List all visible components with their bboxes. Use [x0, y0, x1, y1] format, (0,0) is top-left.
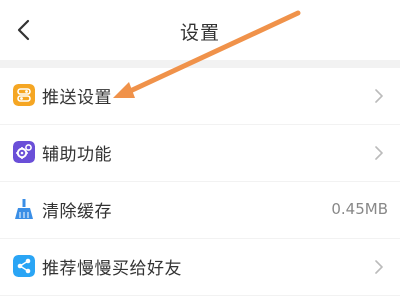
settings-item-label: 推荐慢慢买给好友 [42, 259, 182, 279]
page-title: 设置 [179, 22, 220, 44]
settings-list: 推送设置 辅助功能 清除缓存 0.45MB 推荐慢慢买给好友 [0, 68, 400, 296]
chevron-right-icon [375, 260, 383, 274]
header-bar: 设置 [0, 0, 400, 60]
settings-item-push[interactable]: 推送设置 [0, 68, 400, 124]
settings-item-clear-cache[interactable]: 清除缓存 0.45MB [0, 182, 400, 238]
chevron-right-icon [375, 146, 383, 160]
settings-item-accessibility[interactable]: 辅助功能 [0, 125, 400, 181]
share-icon [13, 255, 35, 277]
settings-item-label: 辅助功能 [42, 145, 112, 165]
toggle-settings-icon [13, 84, 35, 106]
gears-icon [13, 141, 35, 163]
chevron-right-icon [375, 89, 383, 103]
cache-size-value: 0.45MB [331, 200, 388, 218]
broom-icon [13, 198, 35, 220]
settings-item-label: 推送设置 [42, 88, 112, 108]
settings-item-recommend[interactable]: 推荐慢慢买给好友 [0, 239, 400, 295]
settings-item-label: 清除缓存 [42, 202, 112, 222]
